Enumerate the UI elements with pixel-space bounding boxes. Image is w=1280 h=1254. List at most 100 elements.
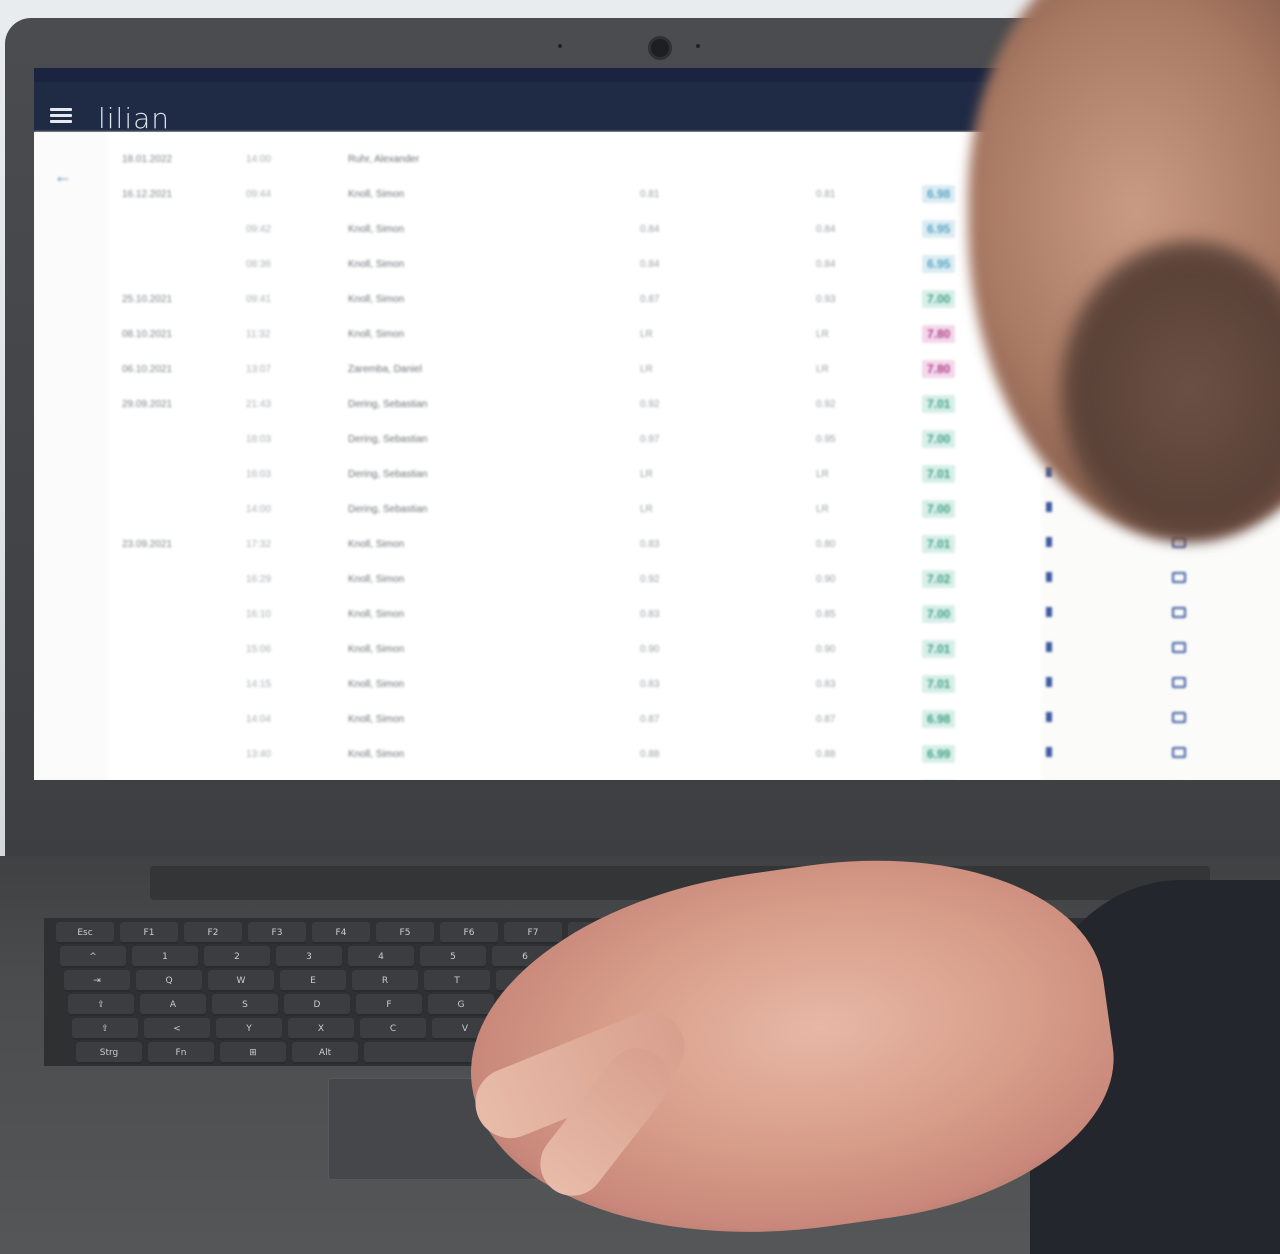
keyboard-key[interactable]: F5 — [376, 922, 434, 944]
table-row[interactable]: 13:40 Knoll, Simon 0.88 0.88 6.99 — [34, 739, 1280, 773]
keyboard-key[interactable]: ⇧ — [72, 1018, 138, 1040]
comment-icon[interactable] — [1172, 677, 1186, 688]
keyboard-key[interactable]: Y — [216, 1018, 282, 1040]
comment-icon[interactable] — [1172, 712, 1186, 723]
table-row[interactable]: 16:29 Knoll, Simon 0.92 0.90 7.02 — [34, 564, 1280, 598]
keyboard-key[interactable]: ⇪ — [68, 994, 134, 1016]
document-icon[interactable] — [1046, 537, 1052, 547]
keyboard-key[interactable]: Esc — [56, 922, 114, 944]
value-cell: LR — [816, 364, 829, 375]
name-cell: Dering, Sebastian — [348, 434, 428, 445]
name-cell: Knoll, Simon — [348, 189, 405, 200]
keyboard-key[interactable]: Q — [136, 970, 202, 992]
table-row[interactable]: 23.09.2021 17:32 Knoll, Simon 0.83 0.80 7.01 — [34, 529, 1280, 563]
name-cell: Knoll, Simon — [348, 294, 405, 305]
value-cell: 0.90 — [816, 644, 836, 655]
table-row[interactable]: 14:15 Knoll, Simon 0.83 0.83 7.01 — [34, 669, 1280, 703]
name-cell: Dering, Sebastian — [348, 469, 428, 480]
keyboard-key[interactable]: ⇥ — [64, 970, 130, 992]
document-icon[interactable] — [1046, 677, 1052, 687]
name-cell: Knoll, Simon — [348, 539, 405, 550]
score-badge: 7.01 — [922, 465, 956, 483]
keyboard-key[interactable]: 3 — [276, 946, 342, 968]
time-cell: 21:43 — [246, 399, 272, 410]
value-cell: 0.93 — [816, 294, 836, 305]
keyboard-key[interactable]: E — [280, 970, 346, 992]
keyboard-key[interactable]: Fn — [148, 1042, 214, 1064]
sensor-dot — [558, 44, 562, 48]
value-cell: 0.83 — [640, 539, 660, 550]
keyboard-key[interactable]: F1 — [120, 922, 178, 944]
comment-icon[interactable] — [1172, 607, 1186, 618]
keyboard-key[interactable]: 1 — [132, 946, 198, 968]
score-badge: 7.00 — [922, 500, 956, 518]
keyboard-key[interactable]: F — [356, 994, 422, 1016]
score-badge: 6.95 — [922, 255, 956, 273]
date-cell: 18.01.2022 — [122, 154, 173, 165]
keyboard-key[interactable]: 5 — [420, 946, 486, 968]
document-icon[interactable] — [1046, 607, 1052, 617]
keyboard-key[interactable]: F3 — [248, 922, 306, 944]
keyboard-key[interactable]: ^ — [60, 946, 126, 968]
score-badge: 7.00 — [922, 290, 956, 308]
name-cell: Knoll, Simon — [348, 609, 405, 620]
document-icon[interactable] — [1046, 572, 1052, 582]
keyboard-key[interactable]: ⊞ — [220, 1042, 286, 1064]
value-cell: LR — [816, 329, 829, 340]
keyboard-key[interactable]: Strg — [76, 1042, 142, 1064]
value-cell: LR — [816, 504, 829, 515]
value-cell: 0.80 — [816, 539, 836, 550]
document-icon[interactable] — [1046, 747, 1052, 757]
keyboard-key[interactable]: W — [208, 970, 274, 992]
keyboard-key[interactable]: F2 — [184, 922, 242, 944]
keyboard-key[interactable]: S — [212, 994, 278, 1016]
document-icon[interactable] — [1046, 712, 1052, 722]
table-row[interactable]: 14:04 Knoll, Simon 0.87 0.87 6.98 — [34, 704, 1280, 738]
table-row[interactable]: 16:10 Knoll, Simon 0.83 0.85 7.00 — [34, 599, 1280, 633]
score-badge: 6.95 — [922, 220, 956, 238]
keyboard-key[interactable]: G — [428, 994, 494, 1016]
value-cell: 0.90 — [816, 574, 836, 585]
value-cell: 0.84 — [640, 224, 660, 235]
time-cell: 16:10 — [246, 609, 272, 620]
keyboard-key[interactable]: F7 — [504, 922, 562, 944]
value-cell: 0.83 — [640, 609, 660, 620]
value-cell: 0.97 — [640, 434, 660, 445]
keyboard-key[interactable]: Alt — [292, 1042, 358, 1064]
table-row[interactable]: 13:15Knoll, Simon0.850.856.90 — [34, 774, 1280, 780]
table-row[interactable]: 15:06 Knoll, Simon 0.90 0.90 7.01 — [34, 634, 1280, 668]
keyboard-key[interactable]: 2 — [204, 946, 270, 968]
comment-icon[interactable] — [1172, 572, 1186, 583]
value-cell: 0.88 — [640, 749, 660, 760]
time-cell: 11:32 — [246, 329, 271, 340]
name-cell: Ruhr, Alexander — [348, 154, 420, 165]
time-cell: 14:04 — [246, 714, 272, 725]
keyboard-key[interactable]: R — [352, 970, 418, 992]
name-cell: Knoll, Simon — [348, 329, 405, 340]
keyboard-key[interactable]: C — [360, 1018, 426, 1040]
keyboard-key[interactable]: A — [140, 994, 206, 1016]
value-cell: 0.87 — [816, 714, 836, 725]
keyboard-key[interactable]: F6 — [440, 922, 498, 944]
document-icon[interactable] — [1046, 502, 1052, 512]
score-badge: 7.01 — [922, 395, 956, 413]
hamburger-menu-icon[interactable] — [50, 108, 72, 123]
photo-scene: lilian ← 18.01.2022 14:00 Ruhr, Alexander 1… — [0, 0, 1280, 1254]
comment-icon[interactable] — [1172, 747, 1186, 758]
webcam — [648, 36, 672, 60]
keyboard-key[interactable]: 4 — [348, 946, 414, 968]
keyboard-key[interactable]: F4 — [312, 922, 370, 944]
keyboard-key[interactable]: D — [284, 994, 350, 1016]
value-cell: 0.90 — [640, 644, 660, 655]
score-badge: 7.00 — [922, 430, 956, 448]
time-cell: 16:03 — [246, 469, 272, 480]
keyboard-key[interactable]: X — [288, 1018, 354, 1040]
name-cell: Knoll, Simon — [348, 574, 405, 585]
app-logo[interactable]: lilian — [98, 102, 170, 135]
name-cell: Dering, Sebastian — [348, 399, 428, 410]
keyboard-key[interactable]: T — [424, 970, 490, 992]
document-icon[interactable] — [1046, 642, 1052, 652]
keyboard-key[interactable]: < — [144, 1018, 210, 1040]
comment-icon[interactable] — [1172, 642, 1186, 653]
score-badge: 7.80 — [922, 325, 956, 343]
